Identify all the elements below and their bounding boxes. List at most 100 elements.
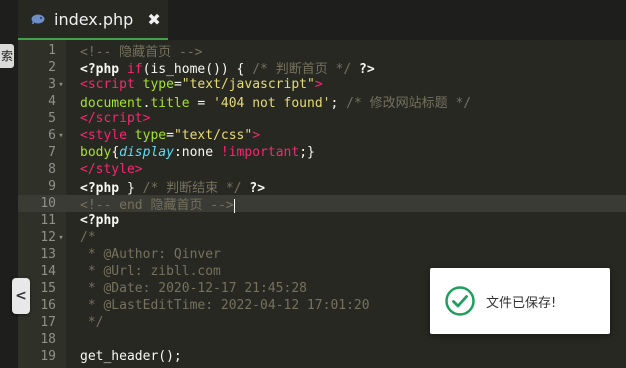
code-token: <!-- end 隐藏首页 --> [80,198,234,213]
code-token: </script [80,111,143,126]
line-number: 17 [40,315,56,330]
code-token: display [119,145,174,160]
code-line[interactable]: 8 </style> [18,161,626,178]
code-token: get_header(); [80,349,182,364]
line-number: 12 [40,230,56,245]
code-token: = [166,128,174,143]
code-token: * @LastEditTime: 2022-04-12 17:01:20 [80,298,370,313]
code-token: "text/javascript" [181,77,315,92]
line-number: 14 [40,264,56,279]
line-number: 10 [40,196,56,211]
left-panel-tab[interactable]: 索 [0,44,14,68]
code-token: /* [80,230,96,245]
code-token: /* 判断首页 */ [252,62,352,77]
code-token: </style [80,162,135,177]
code-text: <script type="text/javascript"> [66,77,323,92]
code-text: <style type="text/css"> [66,128,260,143]
line-number: 13 [40,247,56,262]
line-number: 18 [40,332,56,347]
line-number: 11 [40,213,56,228]
code-token: <?php [80,213,120,228]
code-text: * @Date: 2020-12-17 21:45:28 [66,281,307,296]
code-token: > [252,128,261,143]
code-line[interactable]: 5 </script> [18,110,626,127]
code-token: <?php [80,62,127,77]
fold-arrow-icon[interactable]: ▾ [56,80,66,90]
code-line[interactable]: 13 * @Author: Qinver [18,246,626,263]
code-token: > [134,162,143,177]
code-line[interactable]: 1 <!-- 隐藏首页 --> [18,42,626,60]
code-token: * @Date: 2020-12-17 21:45:28 [80,281,307,296]
code-text: * @Author: Qinver [66,247,221,262]
code-token: ?> [359,62,375,77]
code-token: = [173,77,182,92]
code-token: ()) { [205,62,253,77]
code-text: * @LastEditTime: 2022-04-12 17:01:20 [66,298,370,313]
code-line[interactable]: 12 ▾ /* [18,229,626,246]
code-token: */ [80,315,104,330]
tab-bar: index.php ✖ [0,0,626,40]
code-token: { [111,145,120,160]
code-line[interactable]: 10 <!-- end 隐藏首页 --> [18,195,626,213]
code-line[interactable]: 3 ▾ <script type="text/javascript"> [18,76,626,93]
fold-arrow-icon[interactable]: ▾ [56,233,66,243]
code-line[interactable]: 6 ▾ <style type="text/css"> [18,127,626,144]
left-panel-strip [0,40,18,368]
chevron-left-icon: < [15,288,27,304]
code-token: none [181,145,221,160]
code-token: : [173,145,182,160]
line-number: 4 [48,94,56,109]
code-token: !important [220,145,300,160]
code-token: if [126,62,143,77]
code-token: title [150,96,190,111]
code-token: ; [330,96,347,111]
line-number: 5 [48,111,56,126]
code-line[interactable]: 19 get_header(); [18,348,626,365]
php-elephant-icon [31,14,45,24]
line-number: 2 [48,60,56,75]
tab-title: index.php [54,9,134,29]
code-token: body [80,145,112,160]
line-number: 7 [48,145,56,160]
line-number: 3 [48,77,56,92]
code-line[interactable]: 4 document.title = '404 not found'; /* 修改… [18,92,626,111]
line-number: 6 [48,128,56,143]
text-cursor [233,198,235,213]
code-token: type [142,77,174,92]
collapse-panel-button[interactable]: < [12,278,30,314]
code-text: <?php [66,213,119,228]
check-circle-icon [445,286,475,316]
code-token: > [314,77,323,92]
line-number: 8 [48,162,56,177]
code-text: <?php if(is_home()) { /* 判断首页 */ ?> [66,58,375,77]
code-token: <style [80,128,135,143]
code-text: * @Url: zibll.com [66,264,221,279]
code-text: get_header(); [66,349,182,364]
code-token: document [80,96,143,111]
code-token: is_home [150,62,206,77]
code-token: /* 修改网站标题 */ [346,96,472,111]
code-token: * @Author: Qinver [80,247,221,262]
code-token: '404 not found' [213,96,331,111]
code-token: type [134,128,167,143]
toast-message: 文件已保存! [486,295,557,311]
close-icon[interactable]: ✖ [147,10,160,29]
code-token: = [189,96,214,111]
code-text: </script> [66,111,150,126]
code-token: ?> [249,181,266,196]
fold-arrow-icon[interactable]: ▾ [56,131,66,141]
tab-index-php[interactable]: index.php ✖ [18,0,168,40]
code-text: /* [66,230,96,245]
code-line[interactable]: 11 <?php [18,212,626,229]
code-token: * @Url: zibll.com [80,264,221,279]
code-text: document.title = '404 not found'; /* 修改网… [66,92,471,111]
code-token: "text/css" [173,128,253,143]
line-number: 19 [40,349,56,364]
code-text: */ [66,315,104,330]
code-text: </style> [66,162,143,177]
code-text: body{display:none !important;} [66,145,315,160]
code-line[interactable]: 7 body{display:none !important;} [18,144,626,161]
code-line[interactable]: 2 <?php if(is_home()) { /* 判断首页 */ ?> [18,58,626,77]
code-line[interactable]: 9 <?php } /* 判断结束 */ ?> [18,178,626,196]
